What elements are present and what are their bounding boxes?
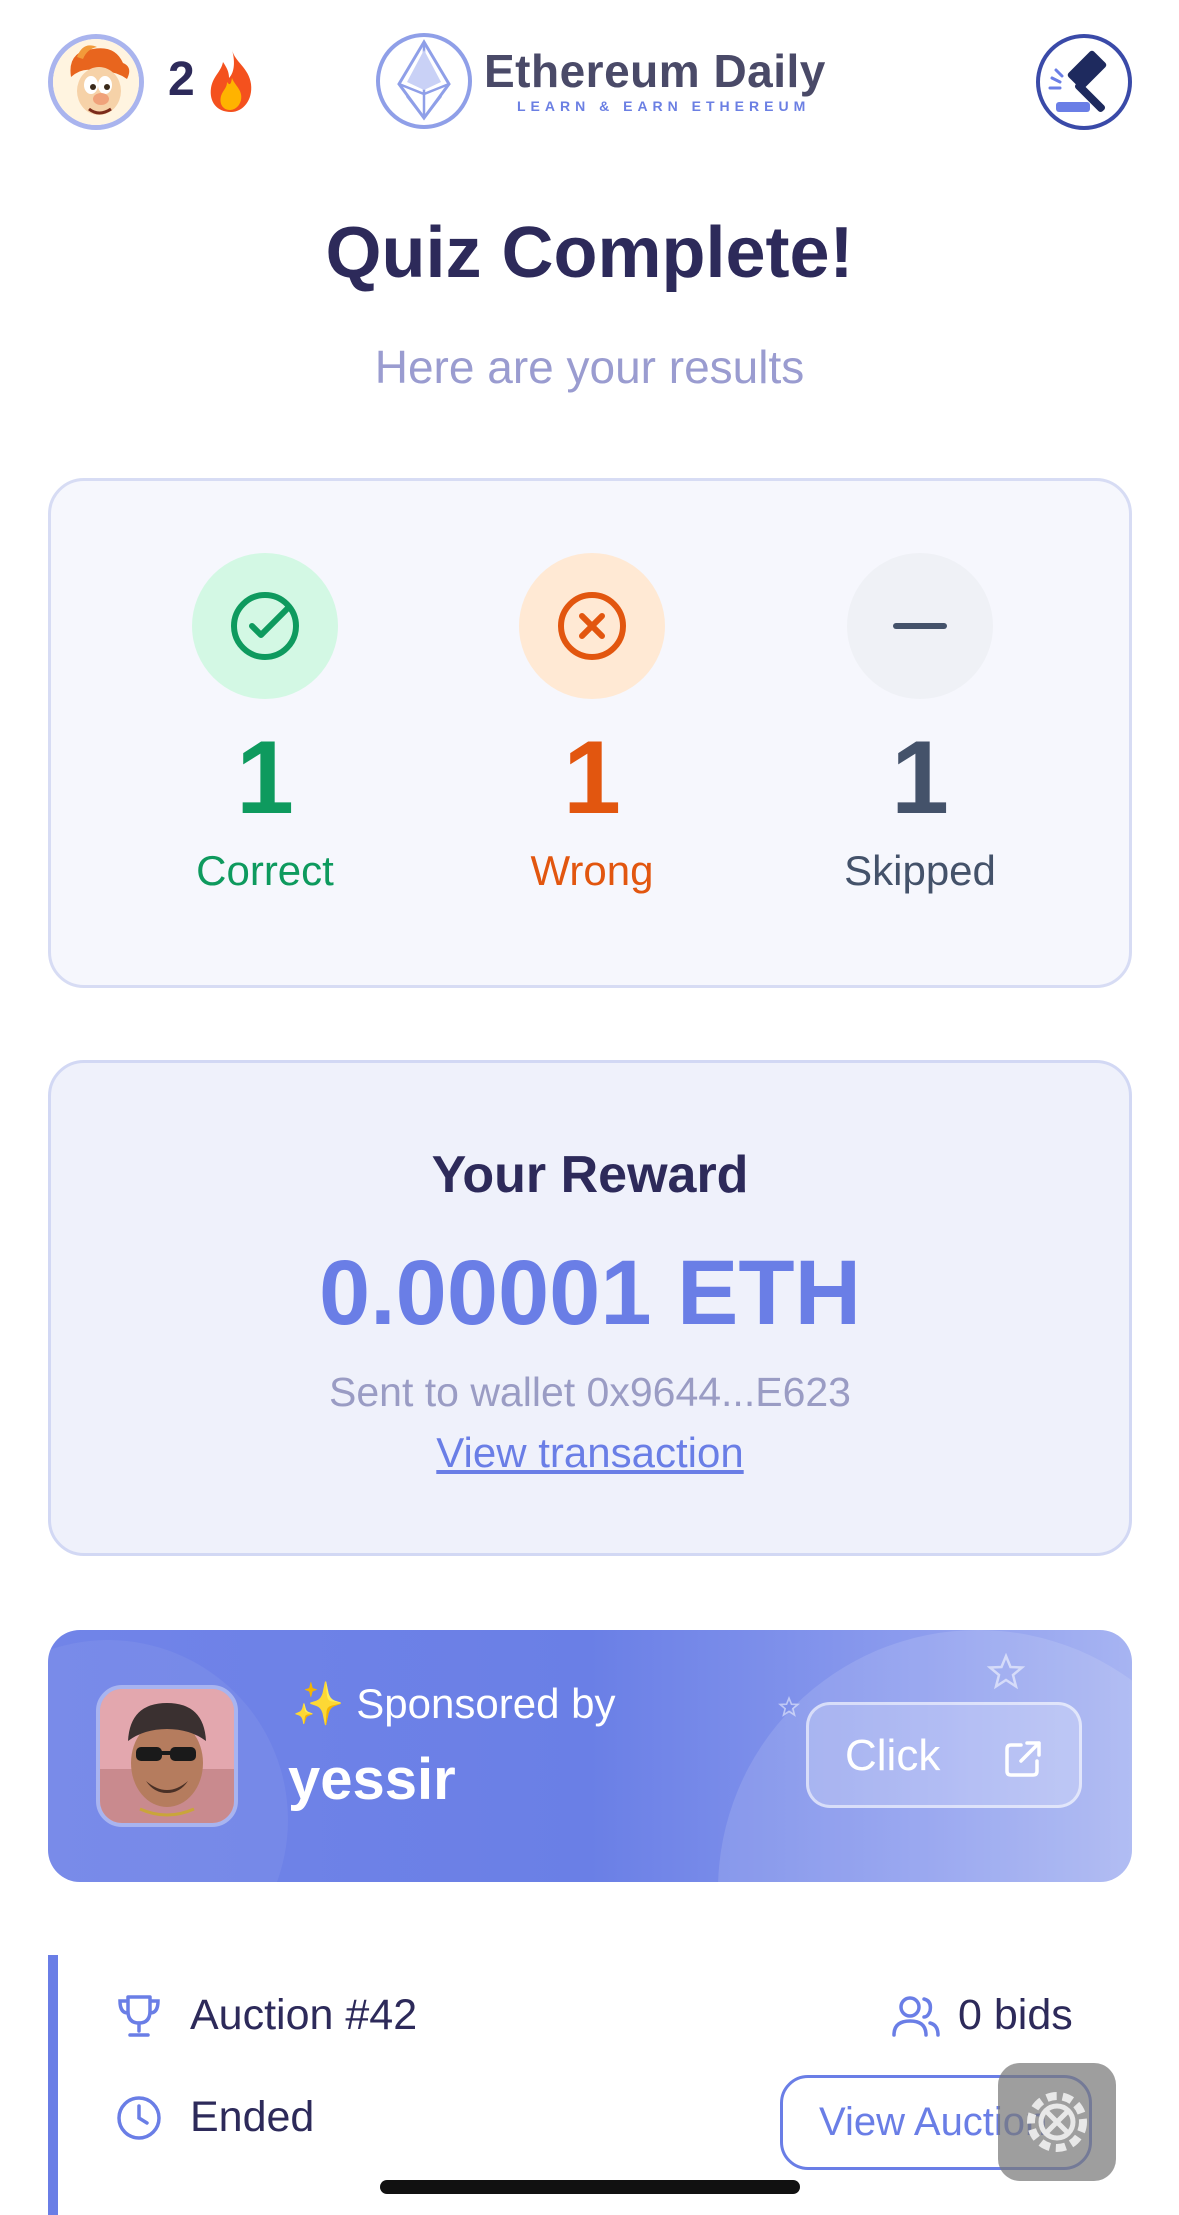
- gear-icon: [1027, 2092, 1087, 2152]
- page-subtitle: Here are your results: [374, 341, 805, 393]
- user-avatar[interactable]: [48, 34, 144, 130]
- correct-label: Correct: [196, 847, 334, 895]
- logo-subtitle: LEARN & EARN ETHEREUM: [517, 98, 811, 114]
- auction-title: Auction #42: [190, 1991, 418, 2039]
- correct-count: 1: [236, 720, 294, 836]
- check-circle-icon: [192, 553, 338, 699]
- flame-icon: [205, 48, 259, 114]
- minus-icon: [847, 553, 993, 699]
- page-title: Quiz Complete!: [325, 213, 854, 293]
- reward-wallet: Sent to wallet 0x9644...E623: [329, 1369, 851, 1415]
- sponsor-avatar: [96, 1685, 238, 1827]
- wrong-count: 1: [563, 720, 621, 836]
- gavel-icon: [1048, 50, 1107, 113]
- sparkles-icon: ✨: [292, 1680, 345, 1727]
- avatar-illustration-icon: [53, 39, 139, 125]
- floating-settings-button[interactable]: [998, 2063, 1116, 2181]
- users-icon: [892, 1996, 940, 2037]
- sponsored-by-label: ✨ Sponsored by: [292, 1680, 615, 1729]
- x-circle-icon: [519, 553, 665, 699]
- skipped-count: 1: [891, 720, 949, 836]
- reward-card: Your Reward 0.00001 ETH Sent to wallet 0…: [48, 1060, 1132, 1556]
- sponsor-click-button[interactable]: Click: [806, 1702, 1082, 1808]
- ethereum-logo: [375, 32, 473, 130]
- sponsor-banner[interactable]: ✨ Sponsored by yessir Click: [48, 1630, 1132, 1882]
- auction-button[interactable]: [1036, 34, 1132, 130]
- reward-amount: 0.00001 ETH: [318, 1242, 862, 1344]
- sponsor-click-label: Click: [845, 1731, 941, 1780]
- streak-count: 2: [168, 53, 195, 106]
- reward-title: Your Reward: [431, 1146, 749, 1204]
- logo-title: Ethereum Daily: [484, 45, 826, 97]
- app-header: 2 Ethereum Daily LEARN & EARN ETHEREUM: [0, 0, 1179, 165]
- wrong-label: Wrong: [530, 847, 654, 895]
- auction-bids: 0 bids: [958, 1991, 1073, 2039]
- home-indicator[interactable]: [380, 2180, 800, 2194]
- stat-wrong: 1 Wrong: [472, 553, 712, 895]
- stat-correct: 1 Correct: [145, 553, 385, 895]
- auction-card: Auction #42 0 bids Ended View Auction: [48, 1955, 1132, 2215]
- sponsor-name: yessir: [288, 1747, 456, 1812]
- results-card: 1 Correct 1 Wrong 1 Skipped: [48, 478, 1132, 988]
- star-icon: [986, 1652, 1026, 1690]
- view-transaction-link[interactable]: View transaction: [51, 1429, 1129, 1477]
- stat-skipped: 1 Skipped: [800, 553, 1040, 895]
- sponsored-by-text: Sponsored by: [356, 1680, 616, 1727]
- star-icon: [778, 1696, 800, 1717]
- trophy-icon: [118, 1995, 160, 2037]
- auction-status: Ended: [190, 2093, 315, 2141]
- clock-icon: [117, 2096, 161, 2140]
- skipped-label: Skipped: [844, 847, 996, 895]
- external-link-icon: [1005, 1741, 1041, 1777]
